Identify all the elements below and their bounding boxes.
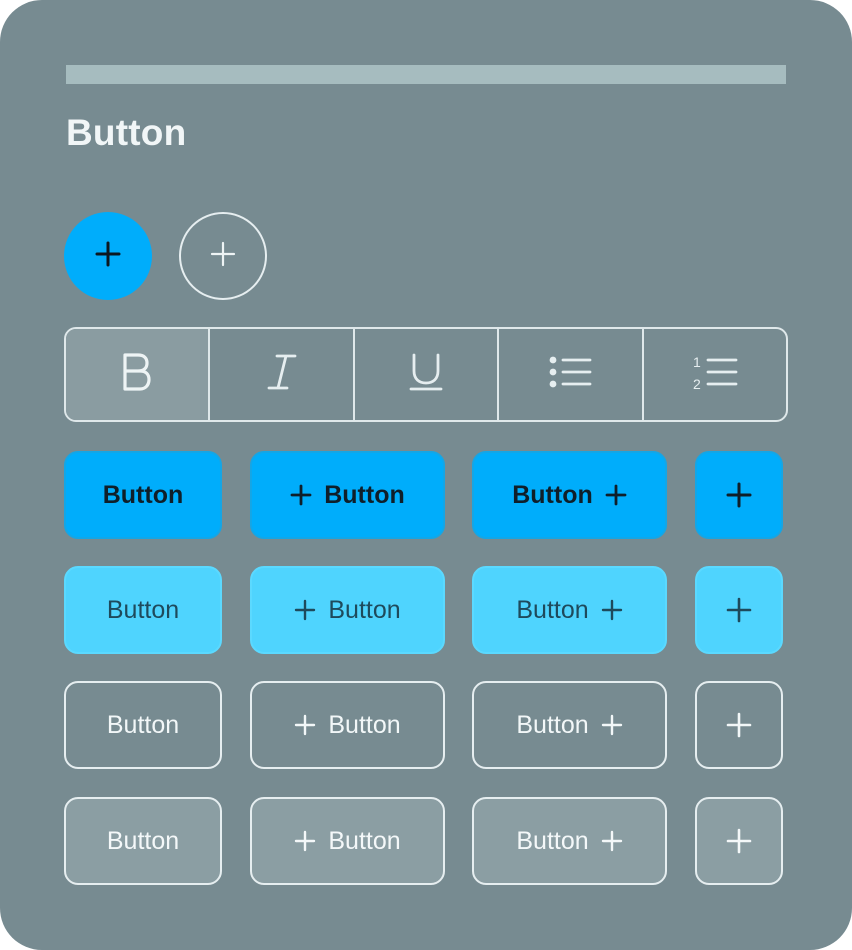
plus-icon xyxy=(294,714,316,736)
outline-icon-button[interactable] xyxy=(695,681,783,769)
muted-button[interactable]: Button xyxy=(64,797,222,885)
button-label: Button xyxy=(516,595,589,624)
section-title: Button xyxy=(66,112,187,153)
button-label: Button xyxy=(516,710,589,739)
plus-icon xyxy=(294,599,316,621)
italic-icon xyxy=(265,352,299,397)
primary-trailing-icon-button[interactable]: Button xyxy=(472,451,667,539)
plus-icon xyxy=(601,830,623,852)
plus-icon xyxy=(294,830,316,852)
light-trailing-icon-button[interactable]: Button xyxy=(472,566,667,654)
primary-icon-button[interactable] xyxy=(695,451,783,539)
outline-trailing-icon-button[interactable]: Button xyxy=(472,681,667,769)
button-label: Button xyxy=(106,595,180,624)
fab-filled-add-button[interactable] xyxy=(64,212,152,300)
button-showcase-card: Button 1 2 Button Button Button Button B… xyxy=(0,0,852,950)
plus-icon xyxy=(601,599,623,621)
fab-outline-add-button[interactable] xyxy=(179,212,267,300)
bold-icon xyxy=(119,351,155,398)
button-label: Button xyxy=(328,826,401,855)
plus-icon xyxy=(290,484,312,506)
primary-button[interactable]: Button xyxy=(64,451,222,539)
numbered-digit-1: 1 xyxy=(693,354,701,370)
muted-trailing-icon-button[interactable]: Button xyxy=(472,797,667,885)
plus-icon xyxy=(726,597,752,623)
button-label: Button xyxy=(106,710,180,739)
light-icon-button[interactable] xyxy=(695,566,783,654)
outline-button[interactable]: Button xyxy=(64,681,222,769)
plus-icon xyxy=(210,241,236,272)
numbered-list-icon: 1 2 xyxy=(692,352,738,397)
light-leading-icon-button[interactable]: Button xyxy=(250,566,445,654)
bullet-list-icon xyxy=(548,354,592,395)
italic-toggle[interactable] xyxy=(210,329,355,420)
plus-icon xyxy=(726,712,752,738)
button-label: Button xyxy=(516,826,589,855)
muted-leading-icon-button[interactable]: Button xyxy=(250,797,445,885)
plus-icon xyxy=(726,828,752,854)
light-button[interactable]: Button xyxy=(64,566,222,654)
bold-toggle[interactable] xyxy=(66,329,211,420)
plus-icon xyxy=(94,240,122,273)
underline-toggle[interactable] xyxy=(355,329,500,420)
button-label: Button xyxy=(102,480,184,509)
outline-leading-icon-button[interactable]: Button xyxy=(250,681,445,769)
button-label: Button xyxy=(324,480,405,509)
format-toolbar: 1 2 xyxy=(64,327,788,422)
button-label: Button xyxy=(328,710,401,739)
top-divider-bar xyxy=(66,65,786,84)
numbered-list-toggle[interactable]: 1 2 xyxy=(644,329,786,420)
button-label: Button xyxy=(328,595,401,624)
numbered-digit-2: 2 xyxy=(693,376,701,392)
primary-leading-icon-button[interactable]: Button xyxy=(250,451,445,539)
muted-icon-button[interactable] xyxy=(695,797,783,885)
button-label: Button xyxy=(512,480,593,509)
plus-icon xyxy=(726,482,752,508)
bullet-list-toggle[interactable] xyxy=(499,329,644,420)
plus-icon xyxy=(605,484,627,506)
button-label: Button xyxy=(106,826,180,855)
underline-icon xyxy=(408,352,444,397)
plus-icon xyxy=(601,714,623,736)
